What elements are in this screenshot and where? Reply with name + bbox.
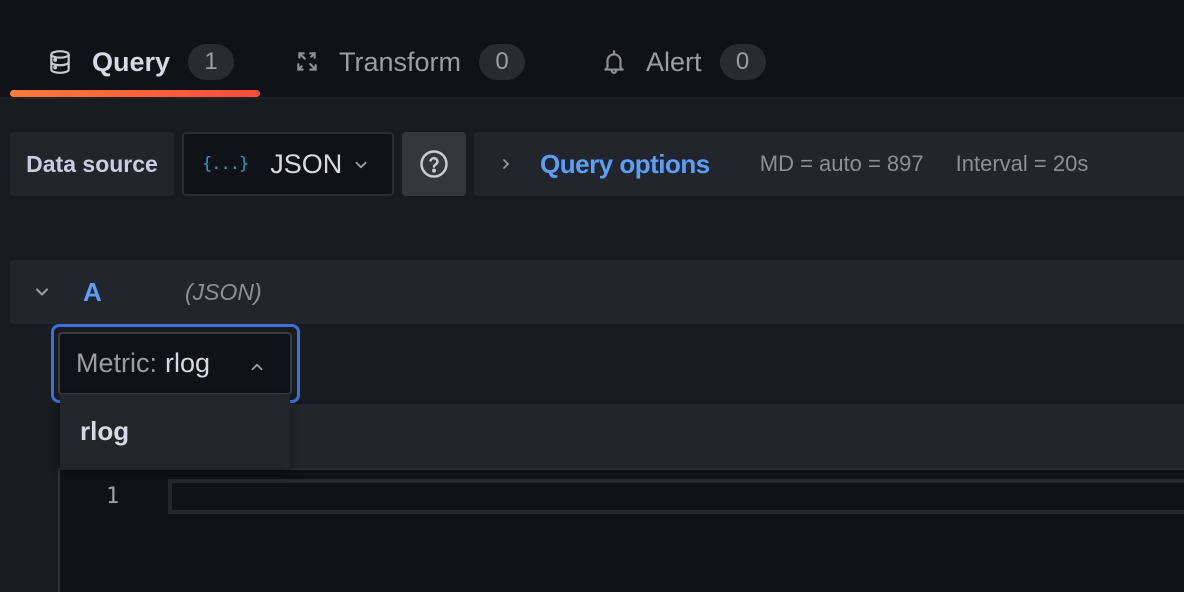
datasource-picker[interactable]: {...} JSON — [182, 132, 394, 196]
max-data-points-info: MD = auto = 897 — [759, 151, 924, 176]
query-row-header: A (JSON) — [10, 260, 1184, 324]
metric-option[interactable]: rlog — [60, 394, 290, 468]
datasource-help-button[interactable] — [402, 132, 466, 196]
metric-options-menu: rlog — [60, 394, 290, 468]
editor-tabs-bar: Query 1 Transform 0 Alert 0 — [0, 0, 1184, 99]
tab-alert-count: 0 — [719, 44, 766, 80]
json-datasource-icon: {...} — [202, 154, 249, 174]
datasource-selected: JSON — [270, 148, 343, 179]
tab-query-count: 1 — [188, 44, 235, 80]
chevron-up-icon — [251, 363, 263, 371]
tab-transform[interactable]: Transform 0 — [293, 40, 526, 84]
interval-info: Interval = 20s — [955, 151, 1089, 176]
tab-transform-label: Transform — [339, 46, 462, 77]
line-number: 1 — [106, 484, 120, 509]
chevron-down-icon — [355, 161, 367, 169]
transform-icon — [293, 48, 321, 76]
metric-select-value: rlog — [165, 348, 211, 378]
metric-select[interactable]: Metric: rlog — [58, 332, 292, 395]
bell-icon — [600, 48, 628, 76]
query-code-editor[interactable]: 1 — [58, 468, 1184, 592]
collapse-chevron-icon[interactable] — [32, 282, 52, 302]
current-line-highlight — [168, 479, 1184, 514]
question-circle-icon — [420, 150, 448, 178]
tab-alert-label: Alert — [646, 46, 702, 77]
tab-transform-count: 0 — [479, 44, 526, 80]
tab-query-label: Query — [92, 46, 171, 77]
tab-alert[interactable]: Alert 0 — [600, 40, 766, 84]
query-datasource-name: (JSON) — [185, 279, 262, 305]
active-tab-indicator — [10, 90, 260, 97]
tab-query[interactable]: Query 1 — [46, 40, 235, 84]
database-icon — [46, 48, 74, 76]
query-ref-id[interactable]: A — [83, 277, 102, 308]
chevron-right-icon — [503, 159, 509, 169]
query-options-toggle[interactable]: Query options MD = auto = 897 Interval =… — [474, 132, 1184, 196]
query-options-title: Query options — [540, 148, 710, 179]
metric-select-label: Metric: — [76, 348, 157, 378]
datasource-label: Data source — [10, 132, 174, 196]
